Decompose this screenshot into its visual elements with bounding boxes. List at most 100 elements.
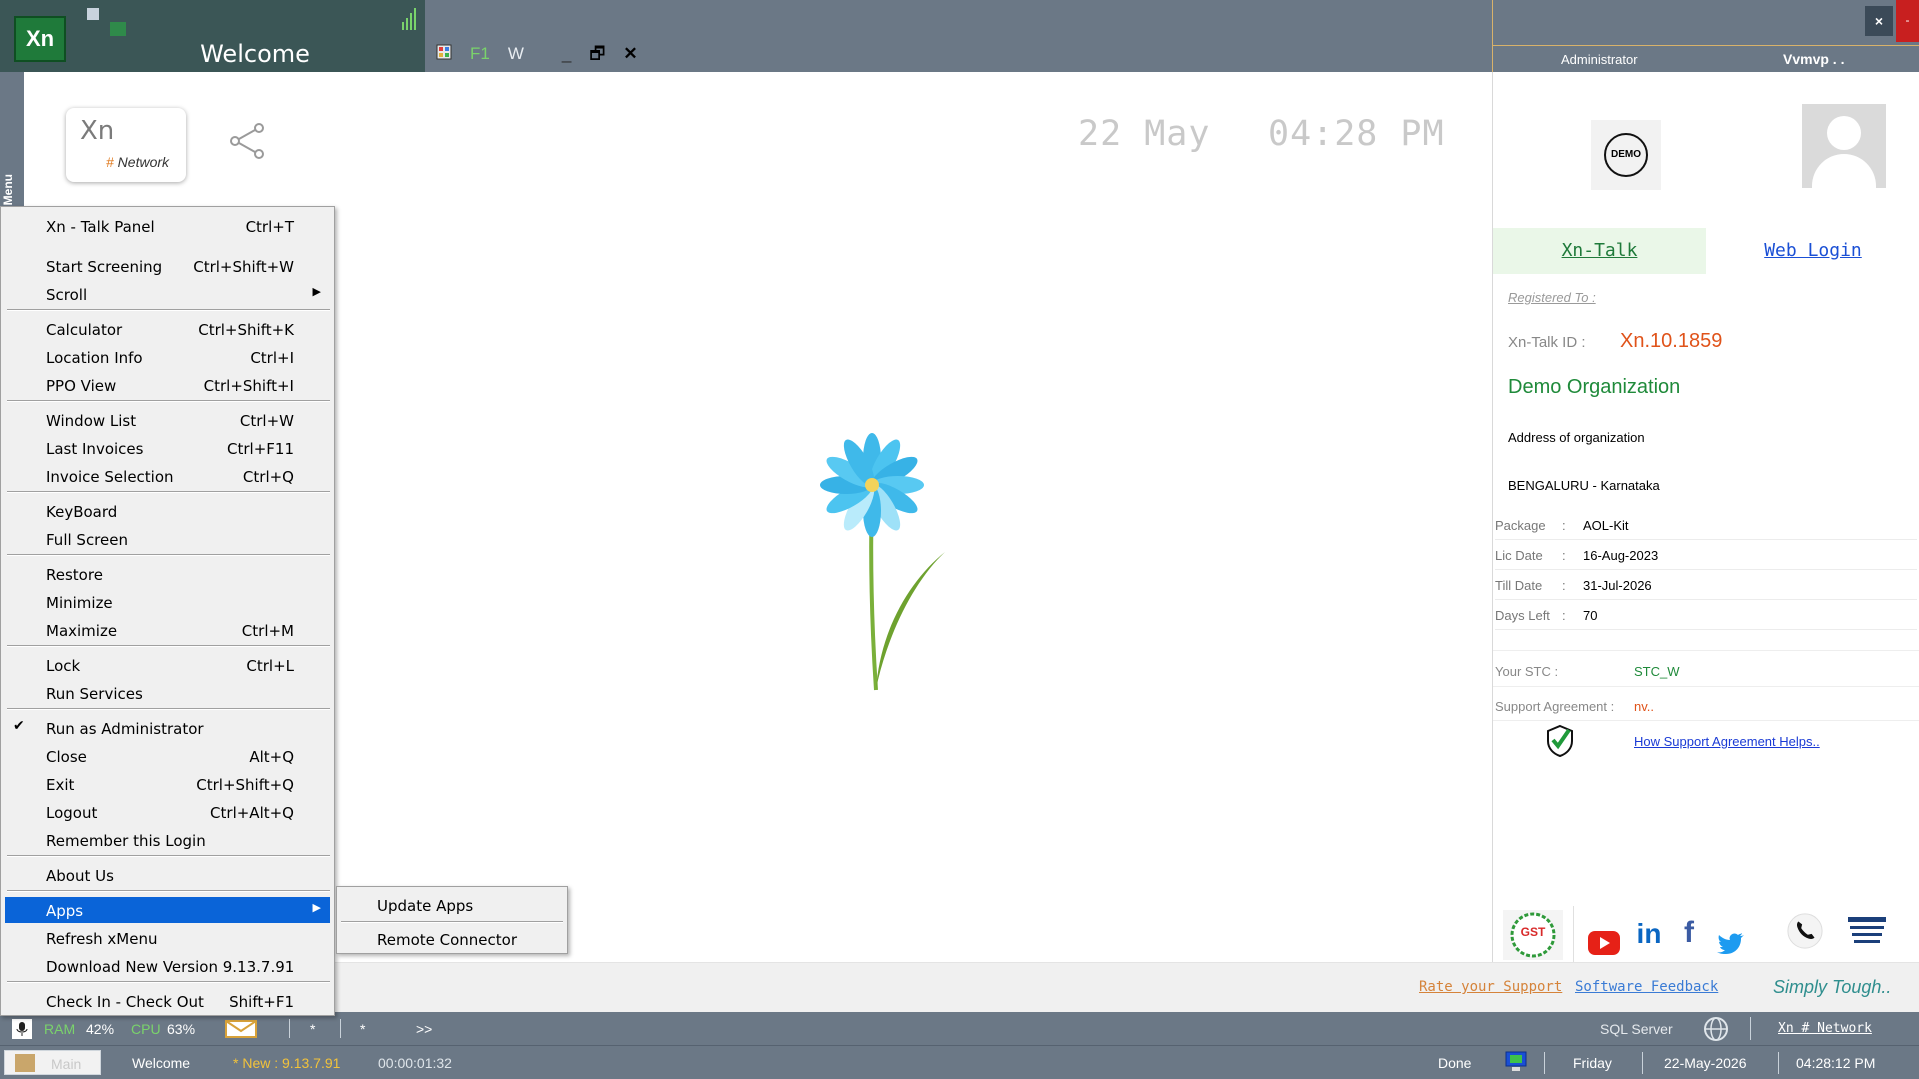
phone-icon[interactable] [1785, 912, 1825, 950]
share-icon[interactable] [227, 121, 267, 161]
menu-item-keyboard[interactable]: KeyBoard [5, 498, 330, 524]
divider [1493, 720, 1919, 721]
menu-item-remember-login[interactable]: Remember this Login [5, 827, 330, 853]
demo-badge-label: DEMO [1604, 133, 1648, 177]
info-panel: DEMO Xn-Talk Web Login Registered To : X… [1492, 72, 1919, 962]
microphone-icon[interactable] [12, 1019, 32, 1039]
more-button[interactable]: >> [416, 1021, 432, 1037]
status-bar-app: Main Welcome * New : 9.13.7.91 00:00:01:… [0, 1045, 1919, 1079]
xn-network-link[interactable]: Xn # Network [1778, 1021, 1872, 1036]
stc-value: STC_W [1634, 664, 1680, 679]
globe-icon[interactable] [1703, 1016, 1729, 1042]
app-logo[interactable]: Xn [14, 16, 66, 62]
restore-button[interactable]: 🗗 [589, 44, 605, 64]
tab-welcome[interactable]: Welcome [132, 1055, 190, 1071]
menu-item-calculator[interactable]: Calculator Ctrl+Shift+K [5, 316, 330, 342]
hash-glyph: # [106, 154, 114, 170]
menu-item-run-as-administrator[interactable]: ✔ Run as Administrator [5, 715, 330, 741]
panel-minimize-button[interactable]: - [1896, 0, 1919, 42]
facebook-icon[interactable]: f [1679, 916, 1699, 954]
license-row: Till Date: 31-Jul-2026 [1495, 570, 1917, 600]
shield-check-icon [1547, 724, 1573, 758]
tab-xn-talk[interactable]: Xn-Talk [1493, 228, 1706, 274]
submenu-item-update-apps[interactable]: Update Apps [341, 891, 563, 919]
menu-item-exit[interactable]: Exit Ctrl+Shift+Q [5, 771, 330, 797]
menu-item-maximize[interactable]: Maximize Ctrl+M [5, 617, 330, 643]
minimize-button[interactable]: _ [562, 44, 571, 64]
menu-separator [7, 554, 330, 556]
twitter-icon[interactable] [1717, 924, 1745, 962]
signal-strength-icon [402, 8, 418, 30]
welcome-panel: Xn Welcome [0, 0, 425, 72]
registered-to-label: Registered To : [1508, 290, 1596, 305]
menu-item-window-list[interactable]: Window List Ctrl+W [5, 407, 330, 433]
tab-main[interactable]: Main [4, 1050, 101, 1075]
menu-separator [7, 855, 330, 857]
menu-item-full-screen[interactable]: Full Screen [5, 526, 330, 552]
menu-item-ppo-view[interactable]: PPO View Ctrl+Shift+I [5, 372, 330, 398]
status-bar-system: RAM 42% CPU 63% * * >> SQL Server Xn # N… [0, 1012, 1919, 1045]
calculator-icon[interactable] [436, 44, 452, 65]
menu-item-lock[interactable]: Lock Ctrl+L [5, 652, 330, 678]
divider [1493, 45, 1919, 46]
license-key: Till Date [1495, 578, 1543, 593]
youtube-icon[interactable] [1588, 924, 1620, 962]
f1-menu-button[interactable]: F1 [470, 44, 490, 64]
menu-item-logout[interactable]: Logout Ctrl+Alt+Q [5, 799, 330, 825]
menu-item-start-screening[interactable]: Start Screening Ctrl+Shift+W [5, 253, 330, 279]
menu-item-download-new-version[interactable]: Download New Version 9.13.7.91 [5, 953, 330, 979]
talk-id-label: Xn-Talk ID : [1508, 334, 1586, 351]
submenu-item-remote-connector[interactable]: Remote Connector [341, 925, 563, 953]
menu-lines-icon[interactable] [1848, 914, 1886, 952]
network-logo[interactable]: Xn # Network [66, 108, 186, 182]
f1-context-menu: Xn - Talk Panel Ctrl+T Start Screening Ctr… [0, 206, 335, 1016]
license-colon: : [1562, 518, 1566, 533]
apps-submenu: Update Apps Remote Connector [336, 886, 568, 954]
menu-item-run-services[interactable]: Run Services [5, 680, 330, 706]
menu-item-check-in-out[interactable]: Check In - Check Out Shift+F1 [5, 988, 330, 1014]
license-value: AOL-Kit [1583, 518, 1629, 533]
license-colon: : [1562, 608, 1566, 623]
menu-separator [341, 921, 563, 923]
menu-item-apps[interactable]: Apps ▶ [5, 897, 330, 923]
gst-badge-icon[interactable]: GST [1503, 910, 1563, 960]
support-agreement-link[interactable]: How Support Agreement Helps.. [1634, 734, 1820, 749]
demo-badge: DEMO [1591, 120, 1661, 190]
monitor-icon[interactable] [1504, 1051, 1528, 1073]
organization-name: Demo Organization [1508, 376, 1681, 398]
menu-separator [7, 890, 330, 892]
submenu-arrow-icon: ▶ [312, 901, 321, 914]
mail-icon[interactable] [225, 1020, 257, 1038]
menu-item-scroll[interactable]: Scroll ▶ [5, 281, 330, 307]
support-agreement-label: Support Agreement : [1495, 699, 1615, 714]
menu-item-about-us[interactable]: About Us [5, 862, 330, 888]
divider [1544, 1052, 1545, 1074]
tab-web-login[interactable]: Web Login [1706, 228, 1919, 274]
menu-item-restore[interactable]: Restore [5, 561, 330, 587]
close-button[interactable]: ✕ [623, 44, 637, 64]
rate-support-link[interactable]: Rate your Support [1419, 979, 1562, 995]
user-name[interactable]: Vvmvp . . [1783, 51, 1844, 67]
menu-separator [7, 981, 330, 983]
divider [1642, 1052, 1643, 1074]
window-list-button[interactable]: W [508, 44, 524, 64]
menu-item-xn-talk-panel[interactable]: Xn - Talk Panel Ctrl+T [5, 213, 330, 239]
status-date: 22-May-2026 [1664, 1055, 1747, 1071]
license-row: Lic Date: 16-Aug-2023 [1495, 540, 1917, 570]
linkedin-icon[interactable]: in [1634, 918, 1664, 956]
software-feedback-link[interactable]: Software Feedback [1575, 979, 1718, 995]
menu-item-invoice-selection[interactable]: Invoice Selection Ctrl+Q [5, 463, 330, 489]
flower-illustration [820, 433, 945, 691]
menu-item-last-invoices[interactable]: Last Invoices Ctrl+F11 [5, 435, 330, 461]
license-colon: : [1562, 578, 1566, 593]
new-version-notice[interactable]: * New : 9.13.7.91 [233, 1055, 340, 1071]
menu-item-location-info[interactable]: Location Info Ctrl+I [5, 344, 330, 370]
menu-item-refresh-xmenu[interactable]: Refresh xMenu [5, 925, 330, 951]
organization-city: BENGALURU - Karnataka [1508, 478, 1660, 493]
license-key: Lic Date [1495, 548, 1543, 563]
avatar[interactable] [1802, 104, 1886, 188]
menu-item-minimize[interactable]: Minimize [5, 589, 330, 615]
menu-item-close[interactable]: Close Alt+Q [5, 743, 330, 769]
menu-separator [7, 309, 330, 311]
panel-close-button[interactable]: × [1865, 6, 1893, 36]
